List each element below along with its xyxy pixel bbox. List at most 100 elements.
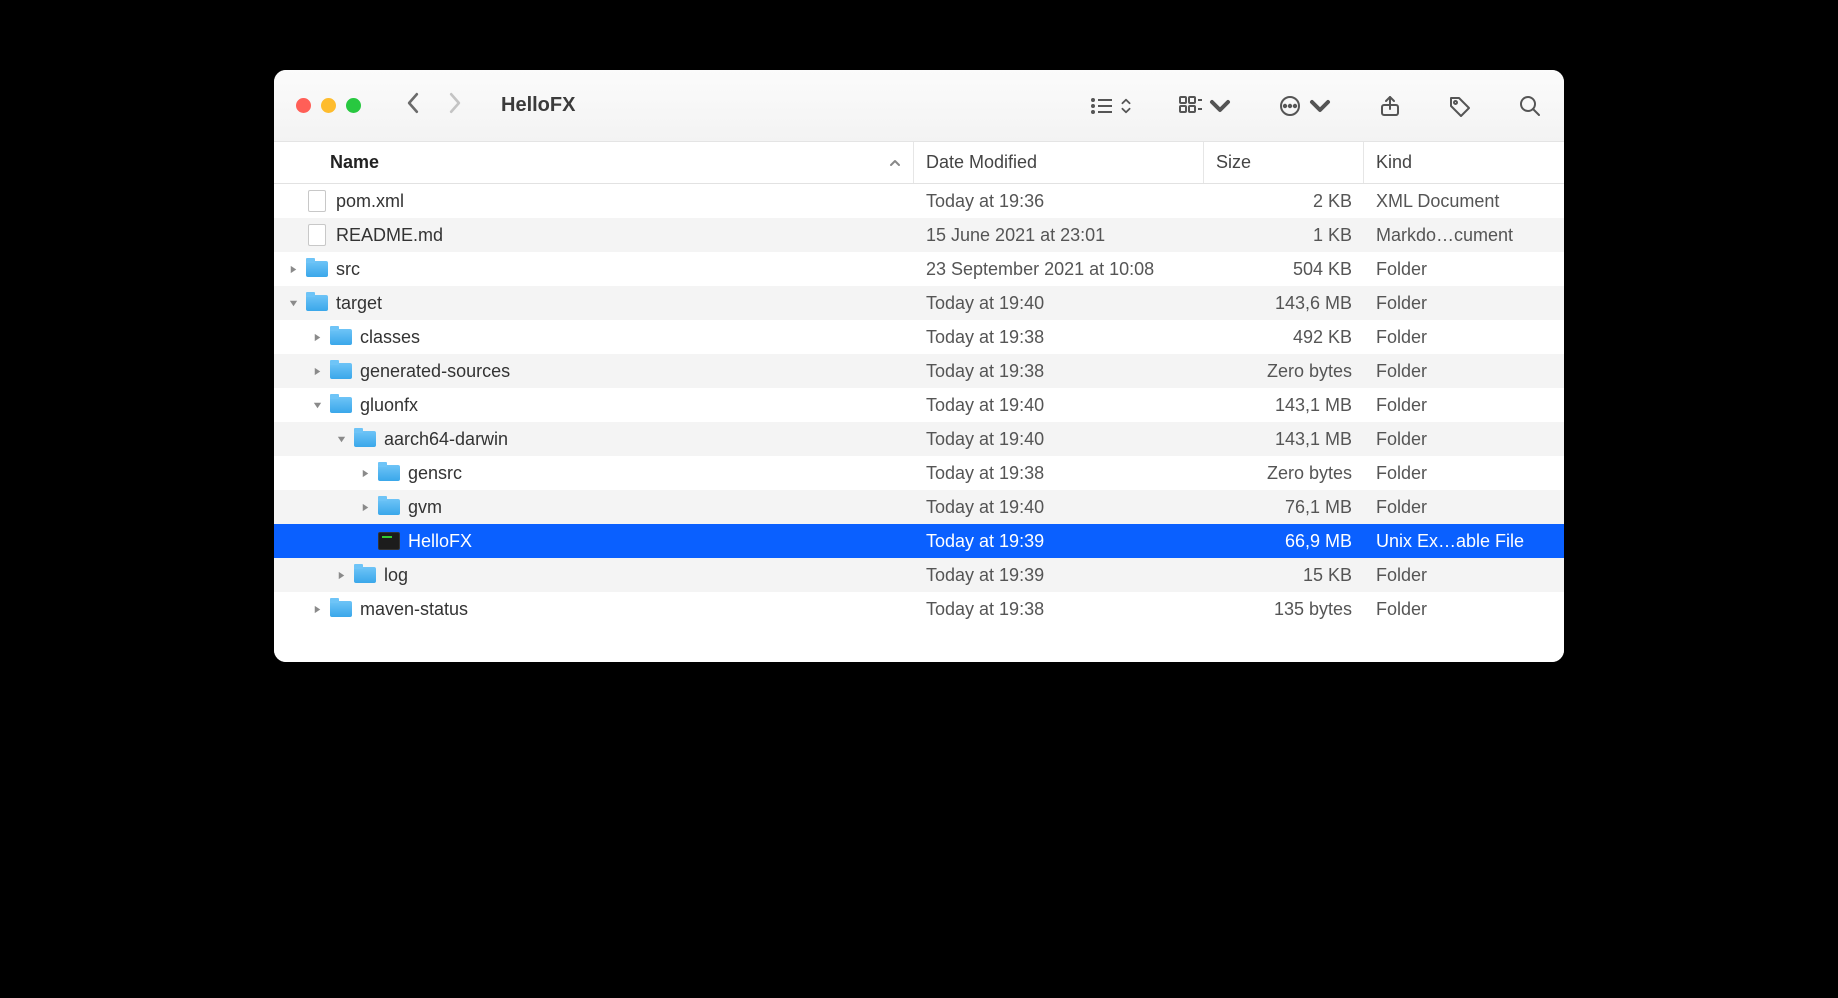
disclosure-triangle[interactable] (310, 398, 324, 412)
cell-size: 1 KB (1204, 218, 1364, 252)
cell-kind: Markdo…cument (1364, 218, 1564, 252)
back-button[interactable] (405, 92, 422, 119)
file-name: gvm (408, 497, 442, 518)
column-header-size-label: Size (1216, 152, 1251, 173)
window-title: HelloFX (501, 94, 575, 117)
disclosure-triangle[interactable] (310, 602, 324, 616)
disclosure-triangle[interactable] (334, 568, 348, 582)
file-row[interactable]: HelloFX Today at 19:3966,9 MBUnix Ex…able… (274, 524, 1564, 558)
column-header-date[interactable]: Date Modified (914, 142, 1204, 183)
disclosure-triangle[interactable] (310, 330, 324, 344)
file-name: HelloFX (408, 531, 472, 552)
cell-name: log (274, 558, 914, 592)
cell-date: Today at 19:38 (914, 354, 1204, 388)
cell-name: gensrc (274, 456, 914, 490)
cell-date: 15 June 2021 at 23:01 (914, 218, 1204, 252)
cell-size: 135 bytes (1204, 592, 1364, 626)
cell-kind: Unix Ex…able File (1364, 524, 1564, 558)
file-row[interactable]: gensrcToday at 19:38Zero bytesFolder (274, 456, 1564, 490)
group-button[interactable] (1178, 94, 1232, 118)
file-name: src (336, 259, 360, 280)
file-name: log (384, 565, 408, 586)
file-row[interactable]: generated-sources Today at 19:38Zero byte… (274, 354, 1564, 388)
document-icon (306, 224, 328, 246)
cell-size: 76,1 MB (1204, 490, 1364, 524)
folder-icon (330, 326, 352, 348)
folder-icon (354, 564, 376, 586)
file-row[interactable]: pom.xmlToday at 19:362 KBXML Document (274, 184, 1564, 218)
disclosure-triangle[interactable] (358, 500, 372, 514)
finder-window: HelloFX (274, 70, 1564, 662)
column-header-name[interactable]: Name (274, 142, 914, 183)
cell-kind: Folder (1364, 490, 1564, 524)
toolbar: HelloFX (274, 70, 1564, 142)
cell-name: src (274, 252, 914, 286)
cell-name: classes (274, 320, 914, 354)
file-row[interactable]: gluonfxToday at 19:40143,1 MBFolder (274, 388, 1564, 422)
cell-size: 66,9 MB (1204, 524, 1364, 558)
disclosure-triangle[interactable] (334, 432, 348, 446)
file-row[interactable]: aarch64-darwinToday at 19:40143,1 MBFold… (274, 422, 1564, 456)
cell-size: 504 KB (1204, 252, 1364, 286)
tags-button[interactable] (1448, 94, 1472, 118)
window-controls (296, 98, 361, 113)
search-button[interactable] (1518, 94, 1542, 118)
navigation-arrows (405, 92, 463, 119)
column-header-date-label: Date Modified (926, 152, 1037, 173)
file-row[interactable]: log Today at 19:3915 KBFolder (274, 558, 1564, 592)
cell-date: Today at 19:40 (914, 388, 1204, 422)
cell-name: gvm (274, 490, 914, 524)
cell-date: Today at 19:40 (914, 490, 1204, 524)
folder-icon (354, 428, 376, 450)
document-icon (306, 190, 328, 212)
column-header-size[interactable]: Size (1204, 142, 1364, 183)
zoom-button[interactable] (346, 98, 361, 113)
disclosure-triangle[interactable] (358, 466, 372, 480)
cell-size: Zero bytes (1204, 456, 1364, 490)
cell-date: Today at 19:40 (914, 286, 1204, 320)
file-row[interactable]: gvm Today at 19:4076,1 MBFolder (274, 490, 1564, 524)
disclosure-triangle[interactable] (286, 296, 300, 310)
forward-button[interactable] (446, 92, 463, 119)
executable-icon (378, 530, 400, 552)
cell-name: generated-sources (274, 354, 914, 388)
cell-size: 143,6 MB (1204, 286, 1364, 320)
share-button[interactable] (1378, 94, 1402, 118)
minimize-button[interactable] (321, 98, 336, 113)
file-row[interactable]: maven-statusToday at 19:38135 bytesFolde… (274, 592, 1564, 626)
disclosure-triangle[interactable] (310, 364, 324, 378)
file-row[interactable]: README.md15 June 2021 at 23:011 KBMarkdo… (274, 218, 1564, 252)
action-menu-button[interactable] (1278, 94, 1332, 118)
cell-date: Today at 19:39 (914, 558, 1204, 592)
close-button[interactable] (296, 98, 311, 113)
cell-size: 15 KB (1204, 558, 1364, 592)
folder-icon (330, 598, 352, 620)
file-row[interactable]: classesToday at 19:38492 KBFolder (274, 320, 1564, 354)
cell-date: Today at 19:38 (914, 320, 1204, 354)
cell-date: Today at 19:39 (914, 524, 1204, 558)
cell-kind: Folder (1364, 456, 1564, 490)
file-list: pom.xmlToday at 19:362 KBXML DocumentREA… (274, 184, 1564, 626)
file-name: gluonfx (360, 395, 418, 416)
disclosure-triangle[interactable] (286, 262, 300, 276)
file-name: generated-sources (360, 361, 510, 382)
cell-kind: Folder (1364, 558, 1564, 592)
file-row[interactable]: src23 September 2021 at 10:08504 KBFolde… (274, 252, 1564, 286)
cell-kind: Folder (1364, 252, 1564, 286)
cell-kind: Folder (1364, 286, 1564, 320)
cell-kind: XML Document (1364, 184, 1564, 218)
toolbar-actions (1090, 94, 1542, 118)
cell-name: aarch64-darwin (274, 422, 914, 456)
cell-date: Today at 19:36 (914, 184, 1204, 218)
view-mode-button[interactable] (1090, 94, 1132, 118)
file-name: classes (360, 327, 420, 348)
file-row[interactable]: targetToday at 19:40143,6 MBFolder (274, 286, 1564, 320)
cell-size: Zero bytes (1204, 354, 1364, 388)
folder-icon (378, 496, 400, 518)
cell-name: pom.xml (274, 184, 914, 218)
cell-name: README.md (274, 218, 914, 252)
file-name: gensrc (408, 463, 462, 484)
folder-icon (330, 394, 352, 416)
column-header-kind[interactable]: Kind (1364, 142, 1564, 183)
column-header-name-label: Name (330, 152, 379, 173)
